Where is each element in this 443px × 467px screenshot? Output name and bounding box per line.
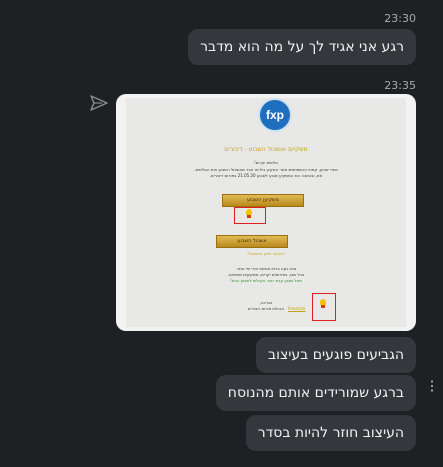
more-options-icon[interactable] bbox=[430, 380, 434, 392]
fxp-logo: fxp bbox=[258, 98, 292, 132]
email-signoff: בברכה, bbox=[259, 300, 273, 305]
share-icon[interactable] bbox=[90, 95, 108, 111]
footer-link: freestyle bbox=[288, 306, 306, 311]
trophy-base bbox=[321, 305, 325, 308]
email-note: אנא נקנו ברוא פונשת אירי יפי אתר. bbox=[235, 266, 297, 271]
email-title: משקיענ ואשכול השבוע - דיבורים bbox=[224, 146, 308, 153]
weekly-investor-button: משקיען השבוע bbox=[222, 194, 304, 207]
email-note: בכל שבו, בפורומים יקרים, משקיעים מזמינים… bbox=[227, 272, 305, 277]
timestamp: 23:30 bbox=[384, 12, 416, 25]
email-screenshot-image[interactable]: fxp משקיענ ואשכול השבוע - דיבורים גולשים… bbox=[116, 94, 416, 331]
email-body-line: את, ובכתבה את המשקיע שבוע לשבוע 21.05.20… bbox=[209, 173, 323, 178]
trophy-base bbox=[247, 215, 251, 218]
email-body-line: כמדי שבוע, קמחי הכשמתמש אשר השקיע בלהיט … bbox=[194, 167, 338, 172]
email-preview bbox=[126, 98, 406, 327]
message-bubble[interactable]: רגע אני אגיד לך על מה הוא מדבר bbox=[188, 29, 416, 65]
email-note-highlight: מוזל שבוע עבור חבר וקהלים לשבוע הבא! bbox=[230, 278, 302, 283]
message-bubble[interactable]: ברגע שמורידים אותם מהנוסח bbox=[215, 375, 416, 411]
message-bubble[interactable]: הגביעים פוגעים בעיצוב bbox=[256, 337, 416, 373]
timestamp: 23:35 bbox=[384, 79, 416, 92]
thread-of-week-button: אשכול השבוע bbox=[216, 235, 288, 248]
email-signature: הנהלת פורום דיבורים bbox=[247, 306, 285, 311]
email-link: להצבה לינק האשכול! bbox=[247, 251, 285, 256]
email-greeting: גולשים יקרים! bbox=[254, 160, 278, 165]
message-bubble[interactable]: העיצוב חוזר להיות בסדר bbox=[245, 415, 416, 451]
